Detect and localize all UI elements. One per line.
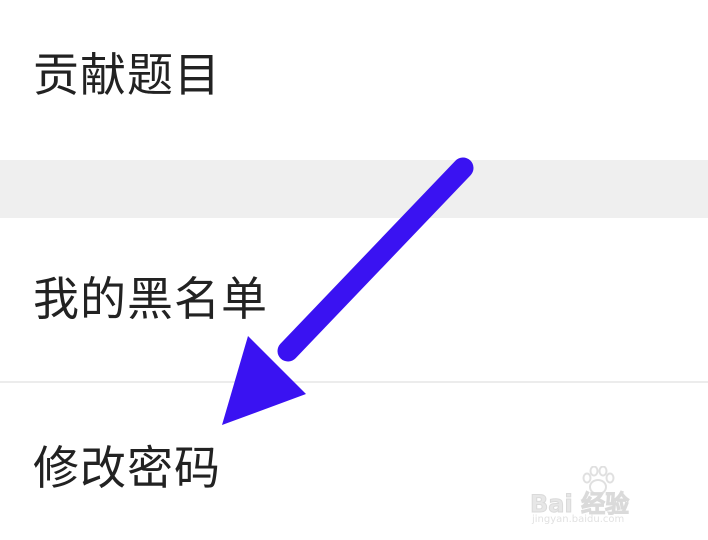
menu-item-contribute-question[interactable]: 贡献题目 <box>0 0 708 160</box>
section-separator <box>0 160 708 218</box>
menu-item-blacklist[interactable]: 我的黑名单 <box>0 218 708 380</box>
menu-item-label: 贡献题目 <box>33 48 221 102</box>
menu-item-label: 我的黑名单 <box>33 272 268 326</box>
menu-item-change-password[interactable]: 修改密码 <box>0 383 708 540</box>
menu-item-label: 修改密码 <box>33 441 221 495</box>
